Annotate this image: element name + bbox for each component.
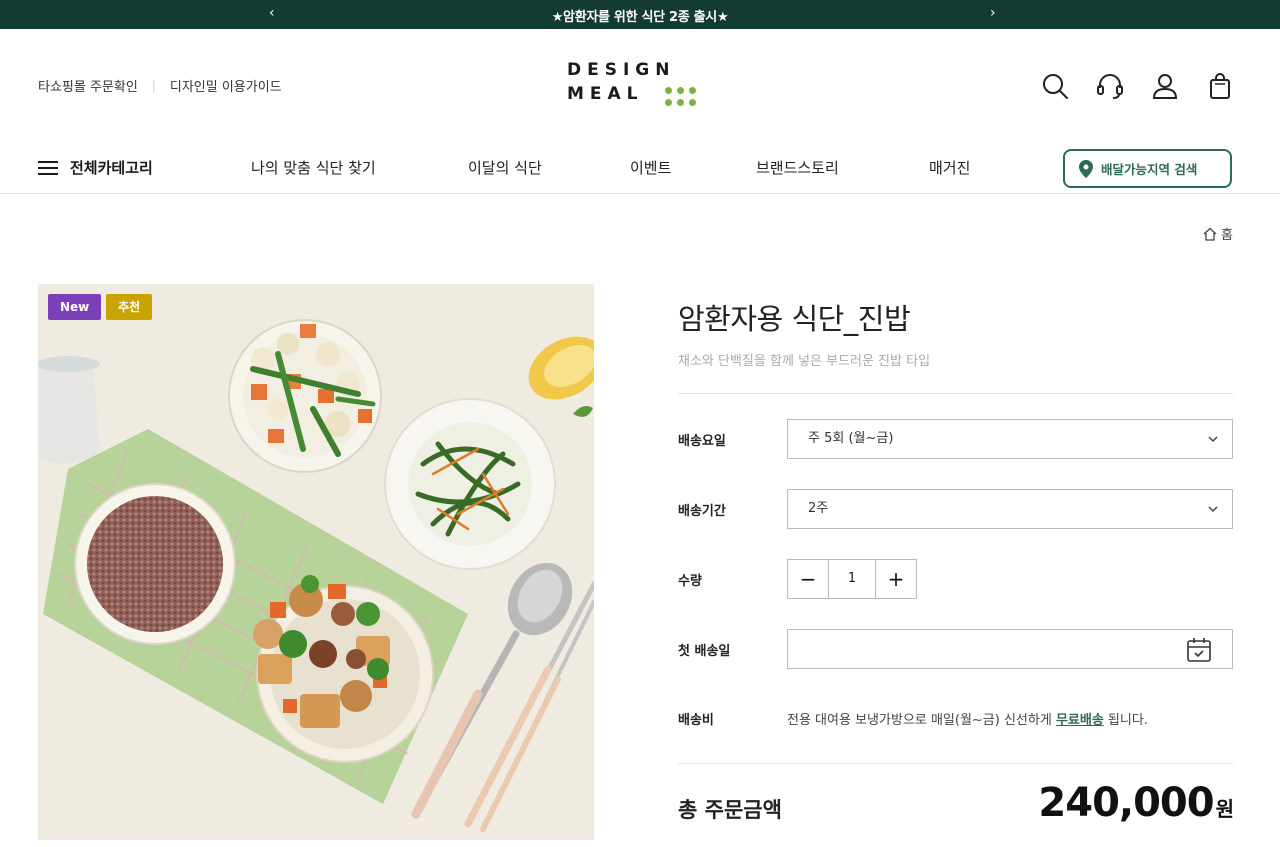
search-icon[interactable] — [1041, 72, 1069, 100]
product-info: 암환자용 식단_진밥 채소와 단백질을 함께 넣은 부드러운 진밥 타입 배송요… — [678, 296, 1234, 826]
quantity-decrease-button[interactable]: − — [788, 560, 828, 598]
top-notice-bar: ‹ ★암환자를 위한 식단 2종 출시★ › — [0, 0, 1280, 29]
util-separator: | — [151, 78, 156, 93]
nav-brand-story[interactable]: 브랜드스토리 — [756, 157, 839, 178]
nav-monthly-diet[interactable]: 이달의 식단 — [468, 157, 542, 178]
delivery-period-value: 2주 — [808, 501, 829, 516]
all-category-label: 전체카테고리 — [70, 159, 153, 177]
logo-line-2: MEAL — [567, 84, 644, 104]
logo[interactable]: DESIGN MEAL — [567, 60, 707, 112]
delivery-day-value: 주 5회 (월~금) — [808, 431, 894, 446]
utility-links: 타쇼핑몰 주문확인 | 디자인밀 이용가이드 — [38, 76, 282, 96]
first-delivery-label: 첫 배송일 — [678, 644, 731, 659]
location-pin-icon — [1079, 159, 1093, 178]
shipping-fee-text: 전용 대여용 보냉가방으로 매일(월~금) 신선하게 무료배송 됩니다. — [787, 709, 1148, 728]
nav-my-custom-diet[interactable]: 나의 맞춤 식단 찾기 — [251, 157, 376, 178]
delivery-period-label: 배송기간 — [678, 504, 726, 519]
calendar-icon[interactable] — [1186, 637, 1212, 663]
total-price: 240,000 원 — [1038, 780, 1234, 826]
product-title: 암환자용 식단_진밥 — [678, 302, 911, 336]
notice-text[interactable]: ★암환자를 위한 식단 2종 출시★ — [0, 6, 1280, 25]
quantity-stepper: − 1 + — [787, 559, 917, 599]
delivery-search-label: 배달가능지역 검색 — [1101, 162, 1198, 177]
chevron-down-icon — [1208, 436, 1218, 443]
total-order-label: 총 주문금액 — [678, 798, 782, 822]
divider — [678, 763, 1233, 764]
new-badge: New — [48, 294, 102, 320]
shipping-text-after: 됩니다. — [1103, 713, 1148, 728]
headset-icon[interactable] — [1096, 72, 1124, 100]
shipping-text-before: 전용 대여용 보냉가방으로 매일(월~금) 신선하게 — [787, 713, 1056, 728]
shopping-bag-icon[interactable] — [1206, 72, 1234, 100]
delivery-period-select[interactable]: 2주 — [787, 489, 1233, 529]
recommended-badge: 추천 — [106, 294, 153, 320]
main-navigation: 전체카테고리 나의 맞춤 식단 찾기 이달의 식단 이벤트 브랜드스토리 매거진… — [0, 148, 1280, 194]
hamburger-menu-icon — [38, 160, 58, 176]
nav-magazine[interactable]: 매거진 — [929, 157, 970, 178]
product-photo — [38, 284, 594, 840]
free-shipping-link[interactable]: 무료배송 — [1056, 713, 1104, 728]
chevron-right-icon[interactable]: › — [990, 5, 996, 21]
nav-event[interactable]: 이벤트 — [630, 157, 671, 178]
currency-unit: 원 — [1215, 797, 1234, 821]
total-price-value: 240,000 — [1038, 780, 1214, 826]
quantity-label: 수량 — [678, 574, 702, 589]
product-image: New 추천 — [38, 284, 594, 840]
first-delivery-date-field[interactable] — [787, 629, 1233, 669]
delivery-area-search-button[interactable]: 배달가능지역 검색 — [1063, 149, 1232, 188]
delivery-day-select[interactable]: 주 5회 (월~금) — [787, 419, 1233, 459]
breadcrumb: 홈 — [1203, 224, 1233, 243]
delivery-day-label: 배송요일 — [678, 434, 726, 449]
quantity-input[interactable]: 1 — [828, 560, 876, 598]
user-icon[interactable] — [1151, 72, 1179, 100]
product-subtitle: 채소와 단백질을 함께 넣은 부드러운 진밥 타입 — [678, 354, 931, 369]
divider — [678, 393, 1233, 394]
quantity-increase-button[interactable]: + — [876, 560, 916, 598]
order-check-link[interactable]: 타쇼핑몰 주문확인 — [38, 76, 138, 95]
logo-line-1: DESIGN — [567, 60, 676, 80]
all-category-button[interactable]: 전체카테고리 — [38, 157, 153, 178]
guide-link[interactable]: 디자인밀 이용가이드 — [170, 76, 282, 95]
home-icon[interactable] — [1203, 227, 1217, 241]
logo-dots — [665, 87, 705, 111]
chevron-down-icon — [1208, 506, 1218, 513]
breadcrumb-home[interactable]: 홈 — [1221, 224, 1233, 243]
shipping-fee-label: 배송비 — [678, 713, 714, 728]
